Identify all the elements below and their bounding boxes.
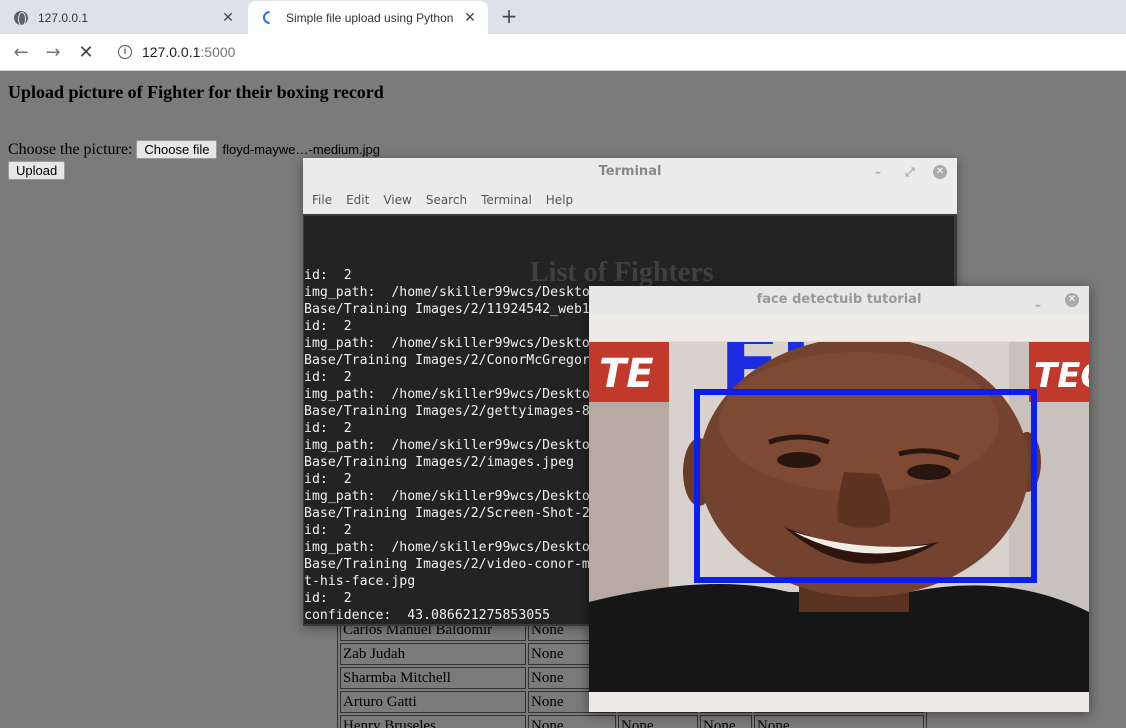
- upload-button[interactable]: Upload: [8, 161, 66, 180]
- terminal-menu-search[interactable]: Search: [426, 193, 467, 207]
- page-heading: Upload picture of Fighter for their boxi…: [8, 82, 384, 102]
- tab-title: Simple file upload using Python: [286, 10, 454, 25]
- close-icon[interactable]: ✕: [460, 9, 480, 26]
- face-window-title: face detectuib tutorial: [756, 292, 922, 307]
- close-icon[interactable]: ✕: [1065, 293, 1079, 307]
- terminal-menu-view[interactable]: View: [383, 193, 411, 207]
- terminal-line: id: 2: [304, 268, 352, 283]
- terminal-title: Terminal: [598, 164, 662, 179]
- terminal-menu-terminal[interactable]: Terminal: [481, 193, 532, 207]
- terminal-menu-edit[interactable]: Edit: [346, 193, 369, 207]
- terminal-menubar: File Edit View Search Terminal Help: [303, 186, 957, 214]
- tab-title: 127.0.0.1: [38, 10, 89, 25]
- choose-file-button[interactable]: Choose file: [136, 140, 218, 159]
- tab-bar: 127.0.0.1 ✕ Simple file upload using Pyt…: [0, 0, 1126, 34]
- face-window-toolbar: [589, 314, 1089, 342]
- selected-file-name: floyd-maywe…-medium.jpg: [222, 142, 380, 157]
- close-icon[interactable]: ✕: [933, 165, 947, 179]
- banner-right-text: TEC: [1034, 356, 1089, 396]
- address-bar[interactable]: i 127.0.0.1 :5000: [108, 38, 1118, 66]
- new-tab-button[interactable]: +: [498, 6, 520, 28]
- stop-icon[interactable]: ✕: [73, 40, 99, 66]
- table-cell: None: [528, 715, 616, 728]
- maximize-icon[interactable]: ⤢: [905, 164, 915, 180]
- choose-label: Choose the picture:: [8, 140, 133, 158]
- banner-left-text: TE: [599, 351, 654, 397]
- table-cell: None: [618, 715, 698, 728]
- back-arrow-icon[interactable]: ←: [8, 40, 34, 66]
- terminal-titlebar[interactable]: Terminal – ⤢ ✕: [303, 158, 957, 186]
- table-row: Henry Bruseles None None None None: [340, 715, 924, 728]
- face-detection-window[interactable]: face detectuib tutorial – ✕ TE TEC Floy: [589, 286, 1089, 712]
- detected-face-image: TE TEC Floy: [589, 342, 1089, 692]
- minimize-icon[interactable]: –: [875, 164, 881, 180]
- table-cell: Arturo Gatti: [340, 691, 526, 713]
- table-cell: None: [754, 715, 924, 728]
- browser-toolbar: ← → ✕ i 127.0.0.1 :5000: [0, 34, 1126, 71]
- url-host: 127.0.0.1: [142, 44, 201, 60]
- terminal-menu-file[interactable]: File: [312, 193, 332, 207]
- face-window-statusbar: [589, 692, 1089, 712]
- forward-arrow-icon[interactable]: →: [40, 40, 66, 66]
- tab-localhost[interactable]: 127.0.0.1 ✕: [0, 1, 246, 34]
- globe-icon: [14, 10, 28, 26]
- table-cell: Zab Judah: [340, 643, 526, 665]
- info-icon[interactable]: i: [118, 45, 132, 59]
- table-cell: None: [700, 715, 752, 728]
- close-icon[interactable]: ✕: [218, 9, 238, 26]
- file-chooser-row: Choose the picture: Choose file floyd-ma…: [8, 140, 380, 159]
- table-cell: Sharmba Mitchell: [340, 667, 526, 689]
- loading-spinner-icon: [259, 8, 279, 27]
- terminal-menu-help[interactable]: Help: [546, 193, 573, 207]
- url-port: :5000: [200, 44, 236, 60]
- table-cell: Henry Bruseles: [340, 715, 526, 728]
- face-window-titlebar[interactable]: face detectuib tutorial – ✕: [589, 286, 1089, 314]
- tab-upload[interactable]: Simple file upload using Python ✕: [248, 1, 488, 34]
